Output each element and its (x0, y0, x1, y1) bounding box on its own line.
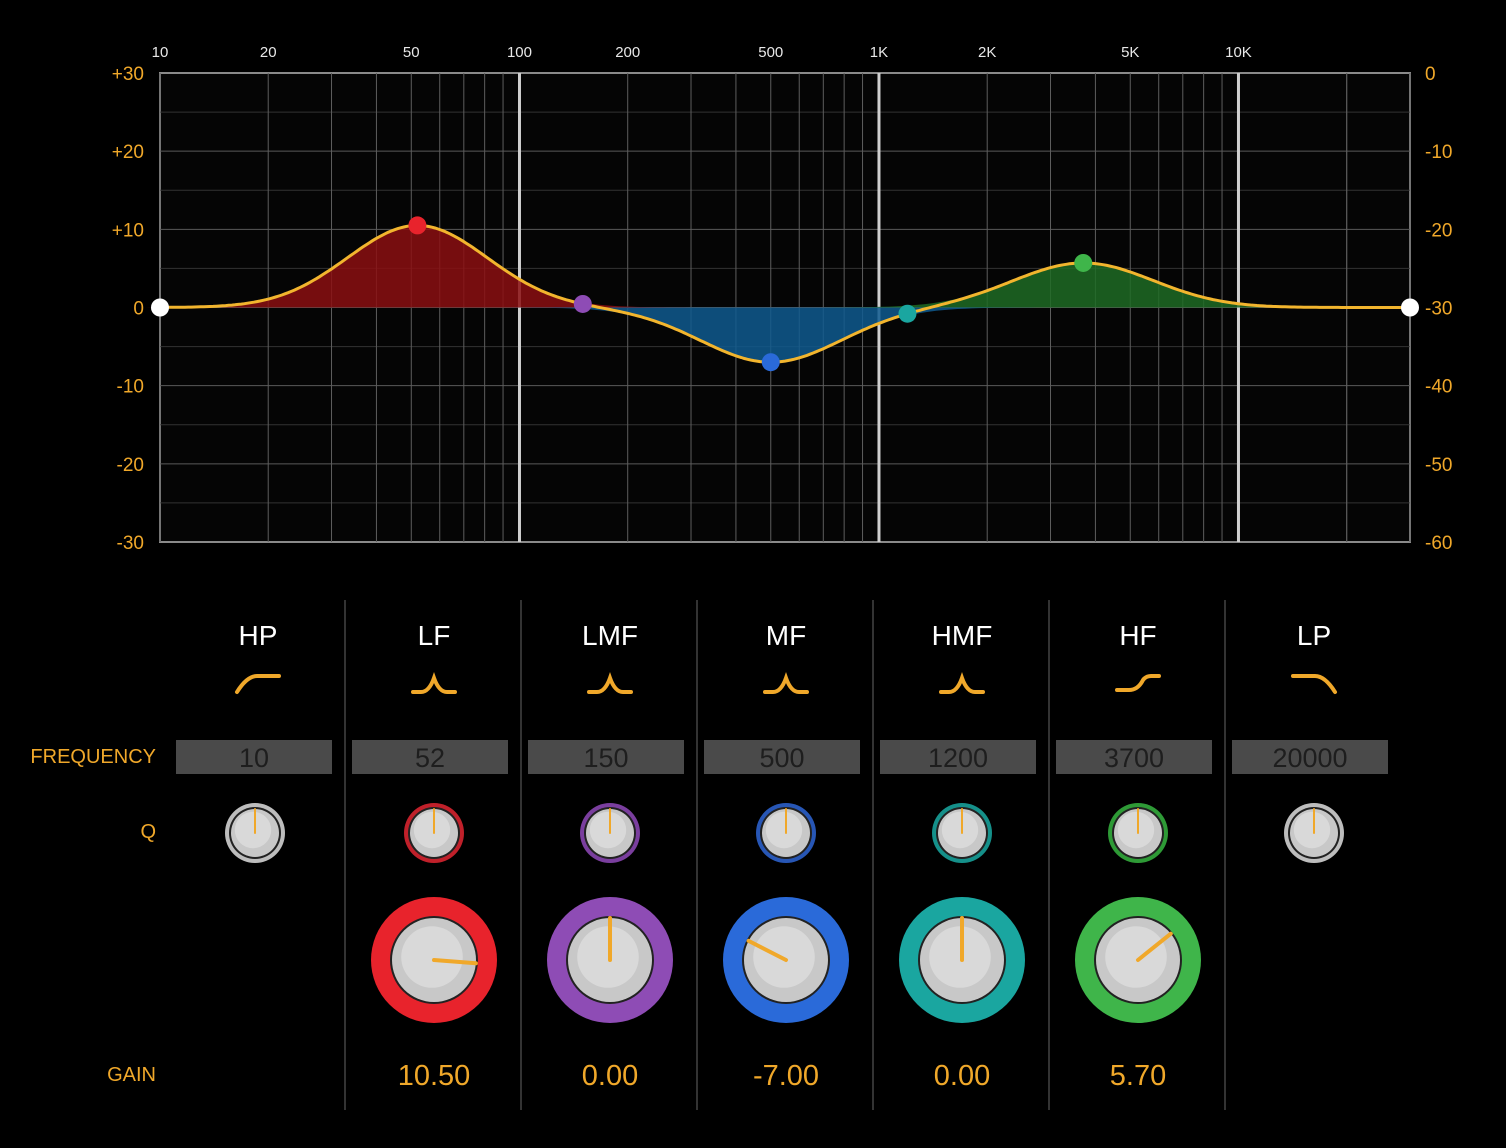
q-row-label: Q (140, 821, 156, 843)
gain-tick-label: 0 (133, 299, 144, 320)
hp-node[interactable] (151, 298, 169, 317)
frequency-tick-label: 500 (758, 44, 783, 61)
frequency-tick-label: 10 (152, 44, 169, 61)
frequency-field[interactable]: 3700 (1056, 740, 1212, 774)
gain-tick-label: +20 (112, 142, 144, 163)
band-lp: LP 20000 (1226, 600, 1402, 1110)
frequency-field[interactable]: 1200 (880, 740, 1036, 774)
frequency-tick-label: 10K (1225, 44, 1252, 61)
q-knob[interactable] (1283, 802, 1345, 864)
band-name: HF (1119, 620, 1157, 651)
frequency-tick-label: 1K (870, 44, 888, 61)
q-knob[interactable] (931, 802, 993, 864)
peak-icon[interactable] (937, 670, 987, 698)
frequency-tick-label: 50 (403, 44, 420, 61)
gain-knob[interactable] (1074, 896, 1202, 1024)
gain-axis-left: +30 +20 +10 0 -10 -20 -30 (112, 64, 144, 554)
band-name: HP (238, 620, 278, 651)
band-name: LP (1296, 620, 1332, 651)
shelf-icon[interactable] (1113, 670, 1163, 698)
frequency-tick-label: 100 (507, 44, 532, 61)
q-knob[interactable] (1107, 802, 1169, 864)
gain-knob[interactable] (370, 896, 498, 1024)
band-hmf: HMF 1200 0.00 (874, 600, 1050, 1110)
gain-value: 5.70 (1109, 1060, 1167, 1092)
level-tick-label: -20 (1425, 220, 1452, 241)
frequency-field[interactable]: 500 (704, 740, 860, 774)
level-tick-label: -40 (1425, 377, 1452, 398)
q-knob[interactable] (224, 802, 286, 864)
level-tick-label: 0 (1425, 64, 1436, 85)
lp-node[interactable] (1401, 298, 1419, 317)
frequency-row-label: FREQUENCY (30, 746, 156, 768)
peak-icon[interactable] (585, 670, 635, 698)
peak-icon[interactable] (761, 670, 811, 698)
band-hf: HF 3700 5.70 (1050, 600, 1226, 1110)
lowpass-icon[interactable] (1289, 670, 1339, 698)
level-tick-label: -60 (1425, 533, 1452, 554)
gain-tick-label: -10 (117, 377, 144, 398)
gain-tick-label: -20 (117, 455, 144, 476)
gain-value: 0.00 (581, 1060, 639, 1092)
frequency-field[interactable]: 52 (352, 740, 508, 774)
gain-tick-label: +30 (112, 64, 144, 85)
q-knob[interactable] (755, 802, 817, 864)
gain-value: -7.00 (752, 1060, 820, 1092)
band-name: LMF (582, 620, 638, 651)
gain-row-label: GAIN (107, 1064, 156, 1086)
level-tick-label: -10 (1425, 142, 1452, 163)
highpass-icon[interactable] (233, 670, 283, 698)
band-node[interactable] (573, 294, 592, 313)
frequency-tick-label: 2K (978, 44, 996, 61)
band-node[interactable] (761, 353, 780, 372)
gain-value: 10.50 (397, 1060, 471, 1092)
band-name: LF (417, 620, 451, 651)
frequency-field[interactable]: 10 (176, 740, 332, 774)
level-tick-label: -30 (1425, 299, 1452, 320)
frequency-tick-label: 200 (615, 44, 640, 61)
frequency-tick-label: 5K (1121, 44, 1139, 61)
band-lf: LF 52 10.50 (346, 600, 522, 1110)
eq-graph[interactable]: 10 20 50 100 200 500 1K 2K 5K 10K +30 +20 +10 0 -10 -2… (0, 0, 1506, 580)
band-lmf: LMF 150 0.00 (522, 600, 698, 1110)
gain-knob[interactable] (546, 896, 674, 1024)
gain-value: 0.00 (933, 1060, 991, 1092)
frequency-tick-label: 20 (260, 44, 277, 61)
frequency-axis: 10 20 50 100 200 500 1K 2K 5K 10K (152, 44, 1252, 61)
q-knob[interactable] (579, 802, 641, 864)
band-name: MF (765, 620, 807, 651)
frequency-field[interactable]: 20000 (1232, 740, 1388, 774)
band-mf: MF 500 -7.00 (698, 600, 874, 1110)
gain-tick-label: +10 (112, 220, 144, 241)
band-node[interactable] (1074, 253, 1093, 272)
gain-axis-right: 0 -10 -20 -30 -40 -50 -60 (1425, 64, 1452, 554)
gain-knob[interactable] (722, 896, 850, 1024)
peak-icon[interactable] (409, 670, 459, 698)
band-node[interactable] (408, 216, 427, 235)
band-node[interactable] (898, 304, 917, 323)
band-name: HMF (931, 620, 993, 651)
q-knob[interactable] (403, 802, 465, 864)
gain-knob[interactable] (898, 896, 1026, 1024)
frequency-field[interactable]: 150 (528, 740, 684, 774)
level-tick-label: -50 (1425, 455, 1452, 476)
band-hp: HP 10 (170, 600, 346, 1110)
gain-tick-label: -30 (117, 533, 144, 554)
